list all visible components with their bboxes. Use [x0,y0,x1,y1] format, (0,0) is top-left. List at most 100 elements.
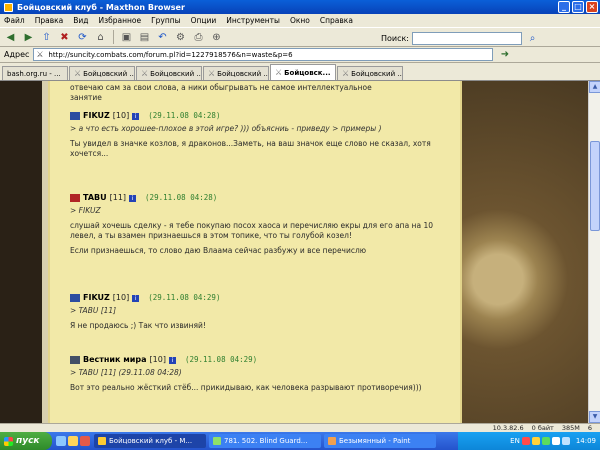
title-bar: Бойцовский клуб - Maxthon Browser _ □ × [0,0,600,14]
post-level: [10] [112,111,130,120]
quick-launch [56,436,90,446]
tab-combats-2[interactable]: ⚔ Бойцовский ... [136,66,202,80]
page-left-border [0,81,42,423]
status-count: 6 [587,424,592,432]
info-icon[interactable]: i [168,356,176,364]
page-favicon-icon: ⚔ [36,50,44,59]
paint-icon [328,437,336,445]
post-text: Если признаешься, то слово даю Влаама се… [70,246,367,255]
menu-edit[interactable]: Правка [35,16,64,25]
info-icon[interactable]: i [132,294,140,302]
info-icon[interactable]: i [129,194,137,202]
tab-bash[interactable]: bash.org.ru - ... [2,66,68,80]
menu-file[interactable]: Файл [4,16,25,25]
tab-icon: ⚔ [275,68,283,77]
menu-bar: Файл Правка Вид Избранное Группы Опции И… [0,14,600,27]
toolbar: ◀ ▶ ⇧ ✖ ⟳ ⌂ ▣ ▤ ↶ ⚙ ⎙ ⊕ Поиск: ⌕ [0,27,600,47]
tab-icon: ⚔ [74,69,82,78]
tab-icon: ⚔ [141,69,149,78]
undo-icon[interactable]: ↶ [155,30,170,45]
go-icon[interactable]: ➜ [497,47,512,62]
search-input[interactable] [412,32,522,45]
post-quote: > TABU [11] [70,306,117,315]
menu-help[interactable]: Справка [320,16,353,25]
tab-combats-1[interactable]: ⚔ Бойцовский ... [69,66,135,80]
status-bytes: 0 байт [531,424,554,432]
menu-window[interactable]: Окно [290,16,310,25]
info-icon[interactable]: i [132,112,140,120]
scroll-down-icon[interactable]: ▼ [589,411,600,423]
status-ip: 10.3.82.6 [492,424,524,432]
media-player-icon [213,437,221,445]
window-title: Бойцовский клуб - Maxthon Browser [17,2,185,12]
menu-tools[interactable]: Инструменты [226,16,280,25]
taskbar: пуск Бойцовский клуб - M... 781. 502. Bl… [0,432,600,450]
start-button[interactable]: пуск [0,432,52,450]
back-icon[interactable]: ◀ [3,30,18,45]
status-bar: 10.3.82.6 0 байт 385M 6 [0,423,600,432]
post-level: [10] [149,355,166,364]
post-date: (29.11.08 04:29) [184,355,258,364]
forum-post: FIKUZ [10] i (29.11.08 04:29) > TABU [11… [70,293,450,331]
menu-groups[interactable]: Группы [151,16,181,25]
system-tray: EN 14:09 [458,432,600,450]
post-author[interactable]: TABU [83,193,107,203]
taskbar-button-browser[interactable]: Бойцовский клуб - M... [94,434,206,448]
new-tab-icon[interactable]: ▣ [119,30,134,45]
tray-icon[interactable] [541,437,550,445]
vertical-scrollbar[interactable]: ▲ ▼ [588,81,600,423]
tab-combats-3[interactable]: ⚔ Бойцовский ... [203,66,269,80]
tray-icon[interactable] [521,437,530,445]
tab-icon: ⚔ [208,69,216,78]
menu-options[interactable]: Опции [191,16,217,25]
post-author[interactable]: FIKUZ [83,111,110,121]
post-quote: > TABU [11] (29.11.08 04:28) [70,368,182,377]
quick-launch-icon[interactable] [68,436,78,446]
close-button[interactable]: × [586,1,598,13]
post-quote: > FIKUZ [70,206,101,215]
zoom-icon[interactable]: ⊕ [209,30,224,45]
tray-icon[interactable] [551,437,560,445]
scrollbar-thumb[interactable] [590,141,600,231]
taskbar-button-player[interactable]: 781. 502. Blind Guard... [209,434,321,448]
post-date: (29.11.08 04:28) [148,111,221,120]
up-icon[interactable]: ⇧ [39,30,54,45]
menu-view[interactable]: Вид [73,16,88,25]
minimize-button[interactable]: _ [558,1,570,13]
background-emblem [438,81,588,423]
settings-icon[interactable]: ⚙ [173,30,188,45]
tab-combats-active[interactable]: ⚔ Бойцовск... [270,64,336,80]
forum-post: Вестник мира [10] i (29.11.08 04:29) > T… [70,355,450,393]
post-text: слушай хочешь сделку - я тебе покупаю по… [70,221,433,240]
quick-launch-icon[interactable] [56,436,66,446]
clock: 14:09 [575,437,596,445]
post-author[interactable]: Вестник мира [83,355,147,365]
browser-icon [98,437,106,445]
forward-icon[interactable]: ▶ [21,30,36,45]
tray-icon[interactable] [531,437,540,445]
stop-icon[interactable]: ✖ [57,30,72,45]
search-icon[interactable]: ⌕ [525,31,540,46]
post-author[interactable]: FIKUZ [83,293,110,303]
taskbar-button-paint[interactable]: Безымянный - Paint [324,434,436,448]
save-icon[interactable]: ▤ [137,30,152,45]
language-indicator[interactable]: EN [510,437,520,445]
home-icon[interactable]: ⌂ [93,30,108,45]
post-text: Вот это реально жёсткий стёб... прикидыв… [70,383,422,392]
address-input[interactable]: ⚔ http://suncity.combats.com/forum.pl?id… [33,48,494,61]
clan-icon [70,356,80,364]
address-label: Адрес [4,50,30,59]
scroll-up-icon[interactable]: ▲ [589,81,600,93]
post-date: (29.11.08 04:29) [148,293,221,302]
clan-icon [70,112,80,120]
print-icon[interactable]: ⎙ [191,30,206,45]
clan-icon [70,294,80,302]
post-quote: > а что есть хорошее-плохое в этой игре?… [70,124,382,133]
volume-icon[interactable] [561,437,570,445]
refresh-icon[interactable]: ⟳ [75,30,90,45]
quick-launch-icon[interactable] [80,436,90,446]
tab-bar: bash.org.ru - ... ⚔ Бойцовский ... ⚔ Бойцо… [0,64,600,81]
tab-combats-5[interactable]: ⚔ Бойцовский ... [337,66,403,80]
maximize-button[interactable]: □ [572,1,584,13]
menu-favorites[interactable]: Избранное [99,16,142,25]
